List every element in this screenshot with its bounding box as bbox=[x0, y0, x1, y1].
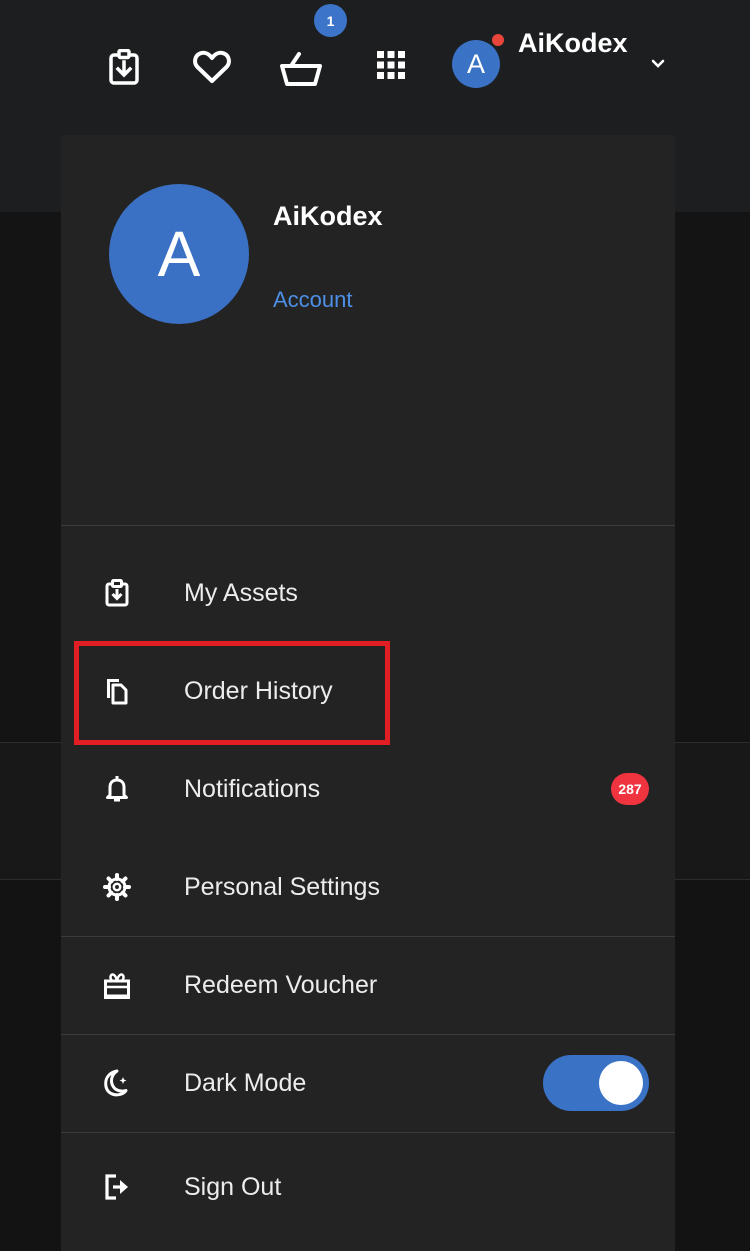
account-dropdown: A AiKodex Account My Assets Order Histor… bbox=[61, 135, 675, 1251]
download-icon[interactable] bbox=[107, 48, 141, 86]
heart-icon[interactable] bbox=[192, 48, 232, 86]
menu-item-sign-out[interactable]: Sign Out bbox=[61, 1147, 675, 1227]
bell-icon bbox=[103, 775, 131, 803]
gift-icon bbox=[103, 971, 131, 999]
menu-item-personal-settings[interactable]: Personal Settings bbox=[61, 847, 675, 927]
menu-divider bbox=[61, 1034, 675, 1035]
cart-count-badge: 1 bbox=[314, 4, 347, 37]
account-link[interactable]: Account bbox=[273, 287, 353, 313]
user-avatar[interactable]: A bbox=[452, 40, 500, 88]
menu-item-label: My Assets bbox=[184, 578, 298, 607]
toggle-knob bbox=[599, 1061, 643, 1105]
notification-count-badge: 287 bbox=[611, 773, 649, 805]
profile-avatar: A bbox=[109, 184, 249, 324]
menu-item-label: Notifications bbox=[184, 774, 321, 803]
menu-item-label: Sign Out bbox=[184, 1172, 282, 1201]
menu-item-my-assets[interactable]: My Assets bbox=[61, 553, 675, 633]
menu-item-label: Order History bbox=[184, 676, 333, 705]
menu-item-dark-mode[interactable]: Dark Mode bbox=[61, 1043, 675, 1123]
apps-grid-icon[interactable] bbox=[376, 50, 406, 80]
menu-divider bbox=[61, 525, 675, 526]
cart-icon[interactable] bbox=[278, 48, 324, 88]
menu-item-label: Redeem Voucher bbox=[184, 970, 378, 999]
profile-name: AiKodex bbox=[273, 201, 383, 231]
user-name[interactable]: AiKodex bbox=[518, 28, 628, 59]
menu-item-label: Personal Settings bbox=[184, 872, 380, 901]
dark-mode-toggle[interactable] bbox=[543, 1055, 649, 1111]
menu-item-order-history[interactable]: Order History bbox=[61, 651, 675, 731]
gear-icon bbox=[103, 873, 131, 901]
menu-item-redeem-voucher[interactable]: Redeem Voucher bbox=[61, 945, 675, 1025]
notification-dot bbox=[492, 34, 504, 46]
download-icon bbox=[103, 579, 131, 607]
menu-divider bbox=[61, 936, 675, 937]
menu-item-label: Dark Mode bbox=[184, 1068, 307, 1097]
copy-icon bbox=[103, 677, 131, 705]
sign-out-icon bbox=[103, 1173, 131, 1201]
menu-item-notifications[interactable]: Notifications 287 bbox=[61, 749, 675, 829]
menu-divider bbox=[61, 1132, 675, 1133]
chevron-down-icon[interactable] bbox=[651, 56, 665, 74]
moon-icon bbox=[103, 1069, 131, 1097]
